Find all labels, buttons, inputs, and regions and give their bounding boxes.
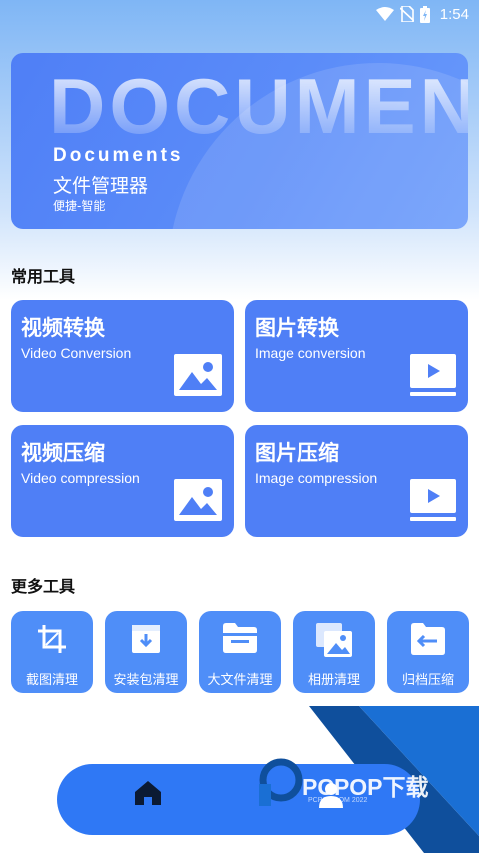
- card-title: 图片压缩: [255, 441, 339, 465]
- folder-icon: [223, 623, 257, 657]
- banner-title: Documents: [53, 145, 184, 166]
- wifi-icon: [375, 7, 394, 21]
- image-icon: [174, 479, 222, 525]
- image-icon: [174, 354, 222, 400]
- card-subtitle: Image compression: [255, 470, 378, 486]
- banner-tagline: 便捷-智能: [53, 199, 106, 213]
- image-compression-card[interactable]: 图片压缩 Image compression: [245, 425, 468, 537]
- no-sim-icon: [399, 6, 414, 22]
- card-title: 视频转换: [21, 316, 105, 340]
- tool-label: 大文件清理: [207, 673, 273, 688]
- card-title: 图片转换: [255, 316, 339, 340]
- home-icon[interactable]: [134, 780, 162, 810]
- video-compression-card[interactable]: 视频压缩 Video compression: [11, 425, 234, 537]
- tool-label: 截图清理: [25, 673, 78, 688]
- album-cleanup-button[interactable]: 相册清理: [293, 611, 375, 693]
- archive-compress-button[interactable]: 归档压缩: [387, 611, 469, 693]
- more-tools-heading: 更多工具: [11, 577, 76, 596]
- battery-icon: [419, 5, 430, 23]
- video-conversion-card[interactable]: 视频转换 Video Conversion: [11, 300, 234, 412]
- watermark-subtext: PCPOP.COM 2022: [308, 797, 368, 804]
- tool-label: 安装包清理: [113, 673, 179, 688]
- card-subtitle: Video Conversion: [21, 345, 132, 361]
- archive-folder-icon: [411, 623, 445, 659]
- screenshot-cleanup-button[interactable]: 截图清理: [11, 611, 93, 693]
- large-file-cleanup-button[interactable]: 大文件清理: [199, 611, 281, 693]
- status-bar: 1:54: [0, 0, 479, 28]
- video-play-icon: [410, 479, 456, 525]
- hero-banner[interactable]: DOCUMENTS Documents 文件管理器 便捷-智能: [11, 53, 468, 229]
- card-subtitle: Image conversion: [255, 345, 366, 361]
- pcpop-logo: [259, 758, 303, 810]
- card-title: 视频压缩: [21, 441, 105, 465]
- banner-subtitle: 文件管理器: [53, 175, 149, 197]
- banner-background-word: DOCUMENTS: [49, 61, 468, 152]
- tool-label: 归档压缩: [401, 673, 454, 688]
- tool-label: 相册清理: [307, 673, 360, 688]
- apk-cleanup-button[interactable]: 安装包清理: [105, 611, 187, 693]
- package-download-icon: [130, 623, 162, 659]
- card-subtitle: Video compression: [21, 470, 140, 486]
- video-play-icon: [410, 354, 456, 400]
- status-time: 1:54: [439, 5, 469, 23]
- album-icon: [316, 623, 352, 661]
- common-tools-heading: 常用工具: [11, 267, 76, 286]
- crop-icon: [36, 623, 68, 659]
- image-conversion-card[interactable]: 图片转换 Image conversion: [245, 300, 468, 412]
